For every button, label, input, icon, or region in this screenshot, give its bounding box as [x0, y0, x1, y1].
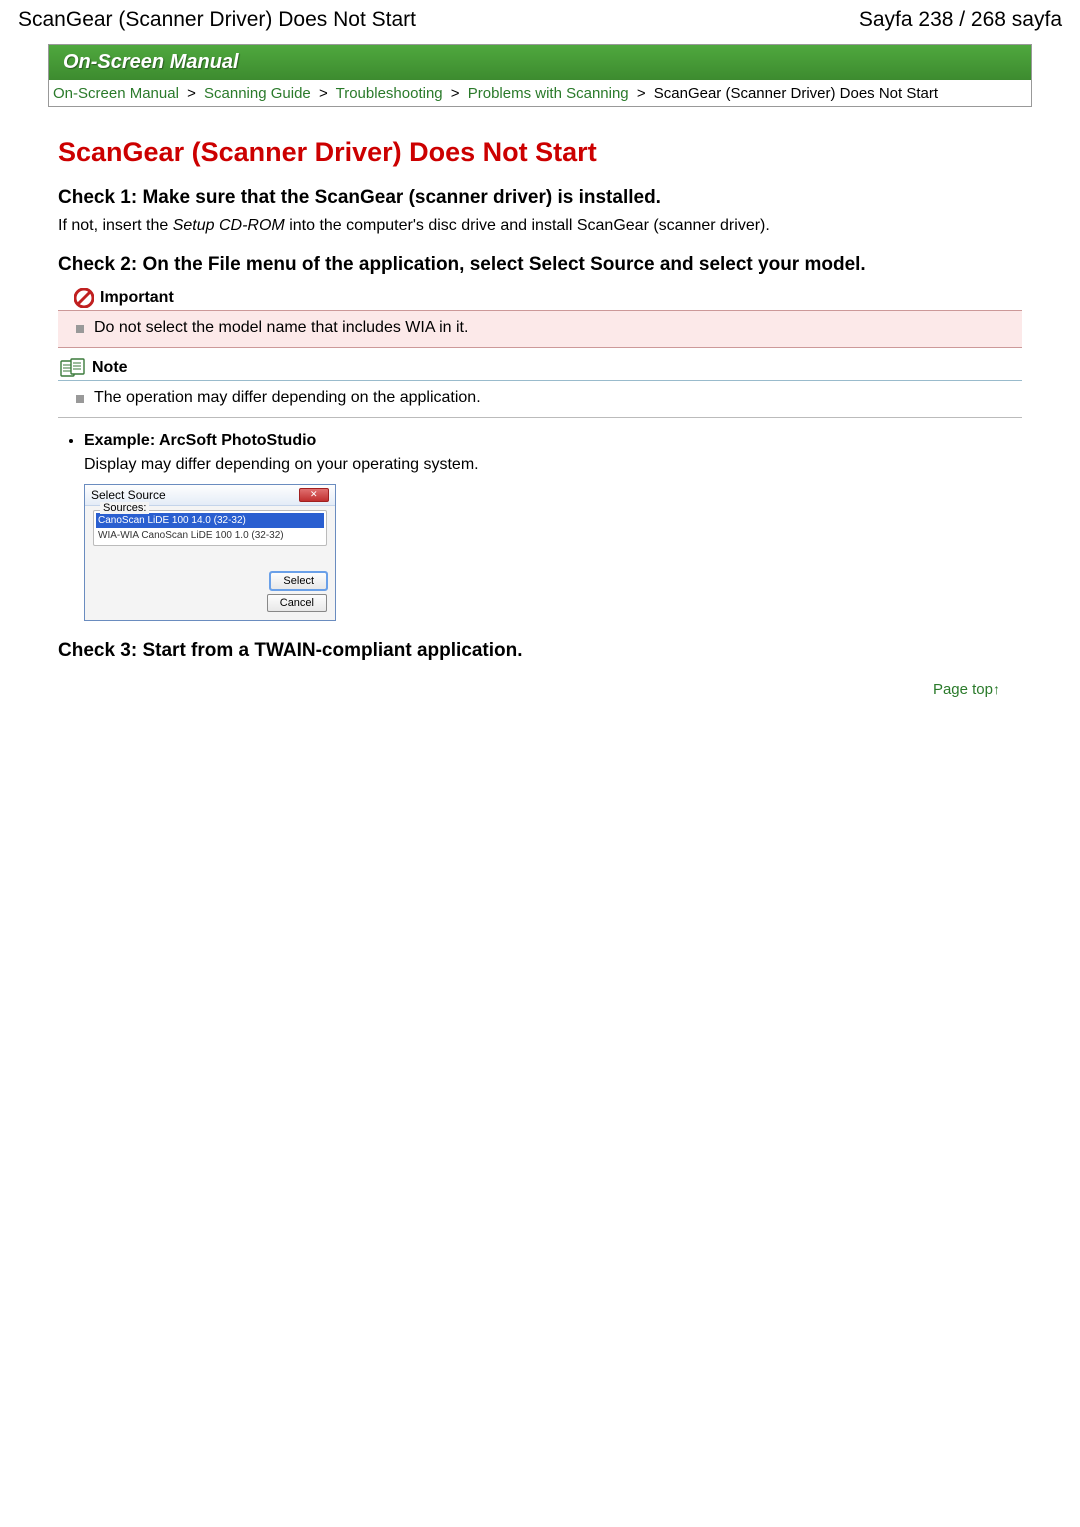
breadcrumb-link[interactable]: Problems with Scanning — [468, 85, 629, 102]
page-top-link-wrap: Page top↑ — [58, 681, 1000, 699]
check2-heading: Check 2: On the File menu of the applica… — [58, 253, 1022, 278]
important-body: Do not select the model name that includ… — [58, 311, 1022, 348]
breadcrumb-sep: > — [183, 85, 200, 102]
note-text: The operation may differ depending on th… — [94, 389, 481, 407]
important-callout: Important Do not select the model name t… — [58, 288, 1022, 348]
content-container: On-Screen Manual On-Screen Manual > Scan… — [0, 44, 1080, 699]
note-body: The operation may differ depending on th… — [58, 381, 1022, 418]
note-label: Note — [92, 359, 128, 377]
sources-fieldset: Sources: CanoScan LiDE 100 14.0 (32-32) … — [93, 510, 327, 546]
example-list: Example: ArcSoft PhotoStudio — [84, 432, 1022, 450]
bullet-icon — [76, 395, 84, 403]
dialog-body: Sources: CanoScan LiDE 100 14.0 (32-32) … — [85, 506, 335, 620]
check1-text-post: into the computer's disc drive and insta… — [285, 217, 770, 234]
breadcrumb: On-Screen Manual > Scanning Guide > Trou… — [48, 80, 1032, 107]
main-content: ScanGear (Scanner Driver) Does Not Start… — [48, 107, 1032, 699]
check1-heading: Check 1: Make sure that the ScanGear (sc… — [58, 186, 1022, 211]
page-top-link[interactable]: Page top — [933, 681, 993, 698]
bullet-icon — [76, 325, 84, 333]
page-header: ScanGear (Scanner Driver) Does Not Start… — [0, 0, 1080, 38]
check1-text: If not, insert the Setup CD-ROM into the… — [58, 217, 1022, 235]
important-icon — [74, 288, 94, 308]
close-icon[interactable] — [299, 488, 329, 502]
select-source-dialog: Select Source Sources: CanoScan LiDE 100… — [84, 484, 336, 621]
check3-heading: Check 3: Start from a TWAIN-compliant ap… — [58, 639, 1022, 664]
dialog-title-text: Select Source — [91, 488, 166, 502]
sources-list[interactable]: CanoScan LiDE 100 14.0 (32-32) WIA-WIA C… — [96, 513, 324, 543]
important-label: Important — [100, 289, 174, 307]
breadcrumb-sep: > — [633, 85, 650, 102]
example-text: Display may differ depending on your ope… — [84, 456, 1022, 474]
breadcrumb-link[interactable]: Scanning Guide — [204, 85, 311, 102]
page-title: ScanGear (Scanner Driver) Does Not Start — [58, 137, 1022, 168]
important-text: Do not select the model name that includ… — [94, 319, 468, 337]
check1-text-pre: If not, insert the — [58, 217, 173, 234]
cancel-button[interactable]: Cancel — [267, 594, 327, 612]
breadcrumb-link[interactable]: Troubleshooting — [336, 85, 443, 102]
header-title: ScanGear (Scanner Driver) Does Not Start — [18, 8, 416, 32]
breadcrumb-current: ScanGear (Scanner Driver) Does Not Start — [654, 85, 938, 102]
dialog-buttons: Select Cancel — [93, 572, 327, 612]
sources-legend: Sources: — [100, 502, 149, 514]
select-button[interactable]: Select — [270, 572, 327, 590]
breadcrumb-sep: > — [315, 85, 332, 102]
note-icon — [60, 358, 86, 378]
list-item[interactable]: WIA-WIA CanoScan LiDE 100 1.0 (32-32) — [96, 528, 324, 543]
example-bullet: Example: ArcSoft PhotoStudio — [84, 432, 1022, 450]
breadcrumb-sep: > — [447, 85, 464, 102]
arrow-up-icon: ↑ — [993, 681, 1000, 697]
breadcrumb-link[interactable]: On-Screen Manual — [53, 85, 179, 102]
header-page-count: Sayfa 238 / 268 sayfa — [859, 8, 1062, 32]
note-header: Note — [58, 358, 1022, 381]
important-header: Important — [58, 288, 1022, 311]
note-callout: Note The operation may differ depending … — [58, 358, 1022, 418]
banner-title: On-Screen Manual — [48, 44, 1032, 80]
list-item[interactable]: CanoScan LiDE 100 14.0 (32-32) — [96, 513, 324, 528]
check1-text-italic: Setup CD-ROM — [173, 217, 285, 234]
